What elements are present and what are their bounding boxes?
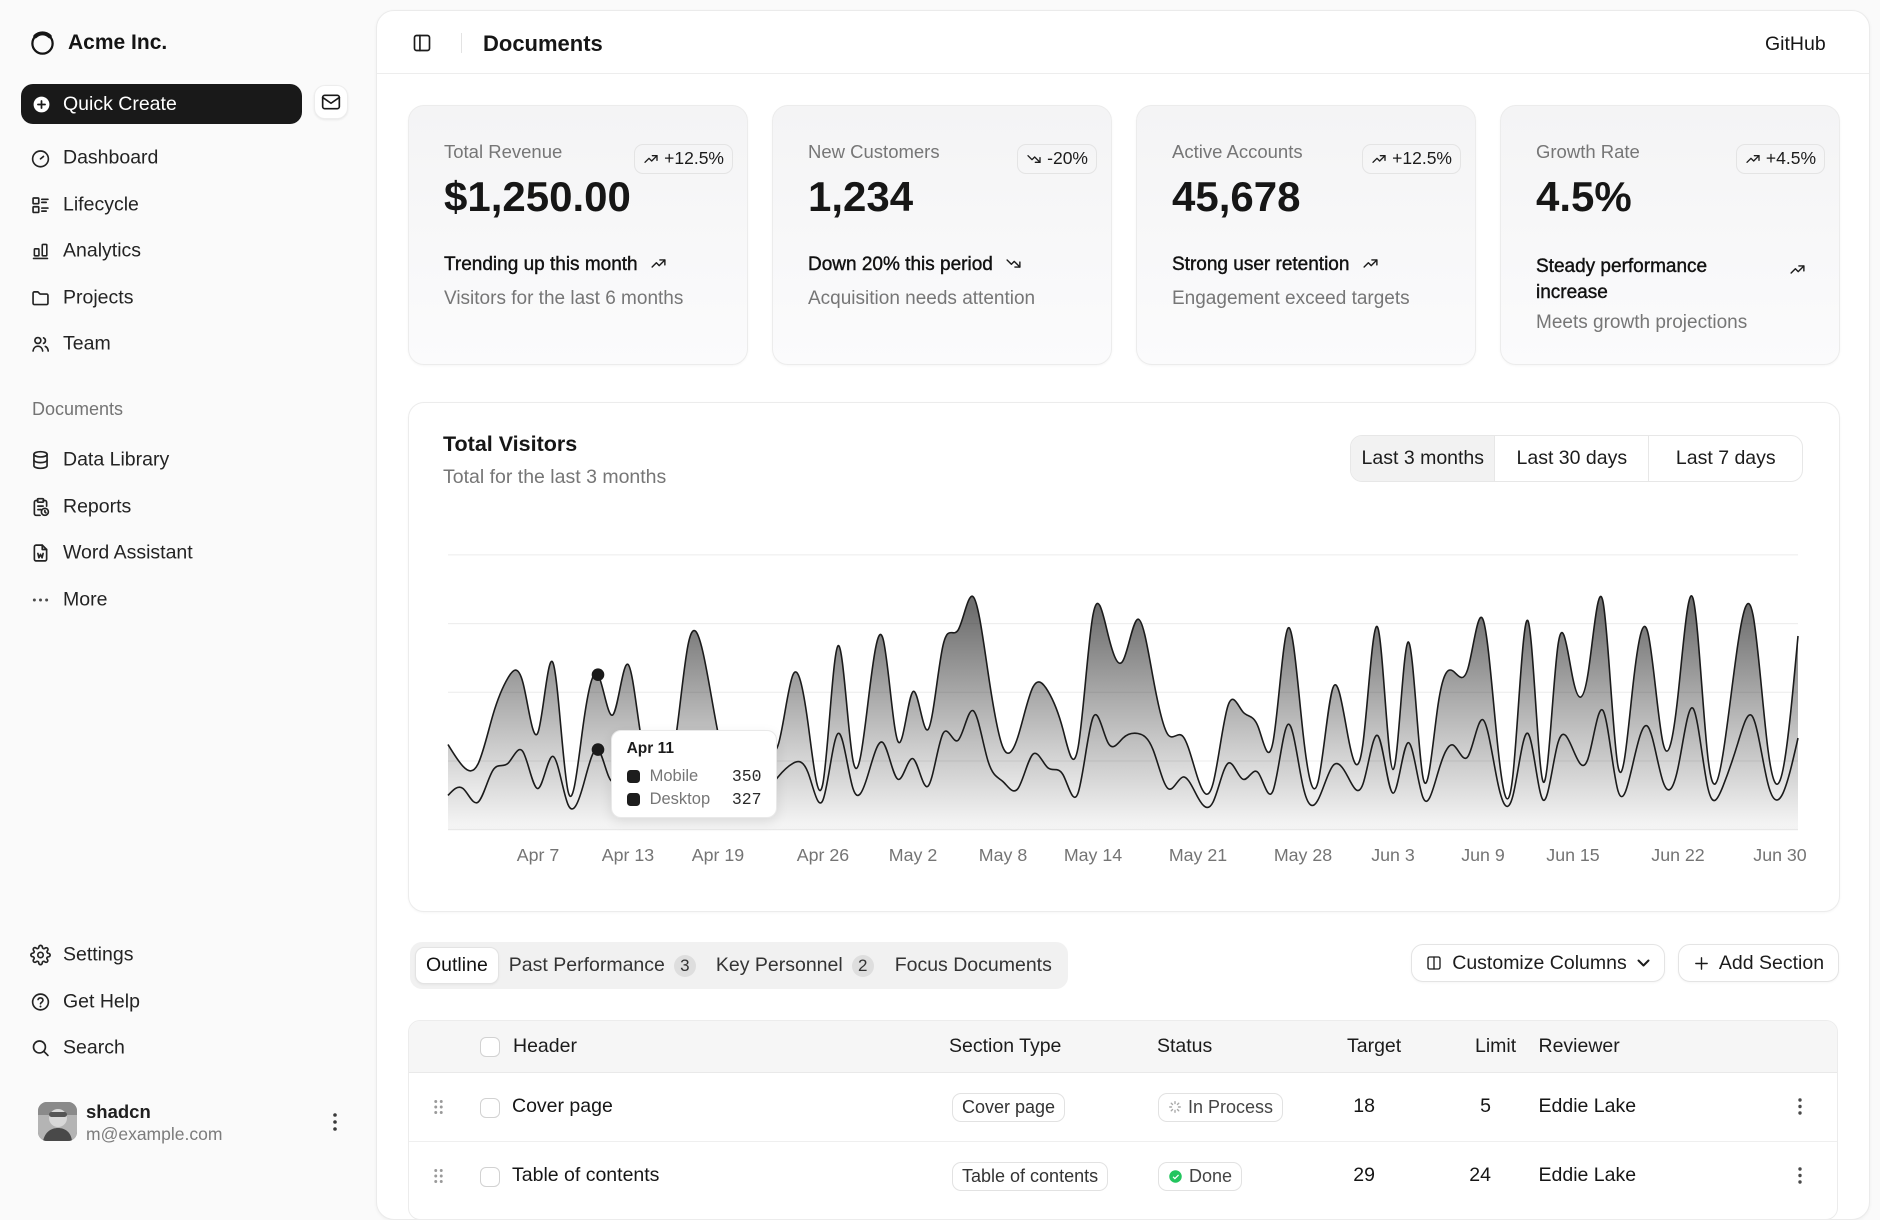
svg-text:Jun 9: Jun 9 bbox=[1461, 845, 1505, 865]
svg-text:Apr 13: Apr 13 bbox=[602, 845, 654, 865]
svg-text:May 21: May 21 bbox=[1169, 845, 1227, 865]
svg-text:Jun 15: Jun 15 bbox=[1546, 845, 1599, 865]
svg-text:Jun 30: Jun 30 bbox=[1753, 845, 1806, 865]
svg-text:Jun 3: Jun 3 bbox=[1371, 845, 1415, 865]
svg-text:May 8: May 8 bbox=[979, 845, 1028, 865]
svg-text:May 28: May 28 bbox=[1274, 845, 1332, 865]
svg-text:May 14: May 14 bbox=[1064, 845, 1122, 865]
svg-text:May 2: May 2 bbox=[889, 845, 937, 865]
svg-text:Jun 22: Jun 22 bbox=[1651, 845, 1704, 865]
svg-text:Apr 19: Apr 19 bbox=[692, 845, 744, 865]
svg-text:Apr 7: Apr 7 bbox=[517, 845, 560, 865]
svg-text:Apr 26: Apr 26 bbox=[797, 845, 849, 865]
